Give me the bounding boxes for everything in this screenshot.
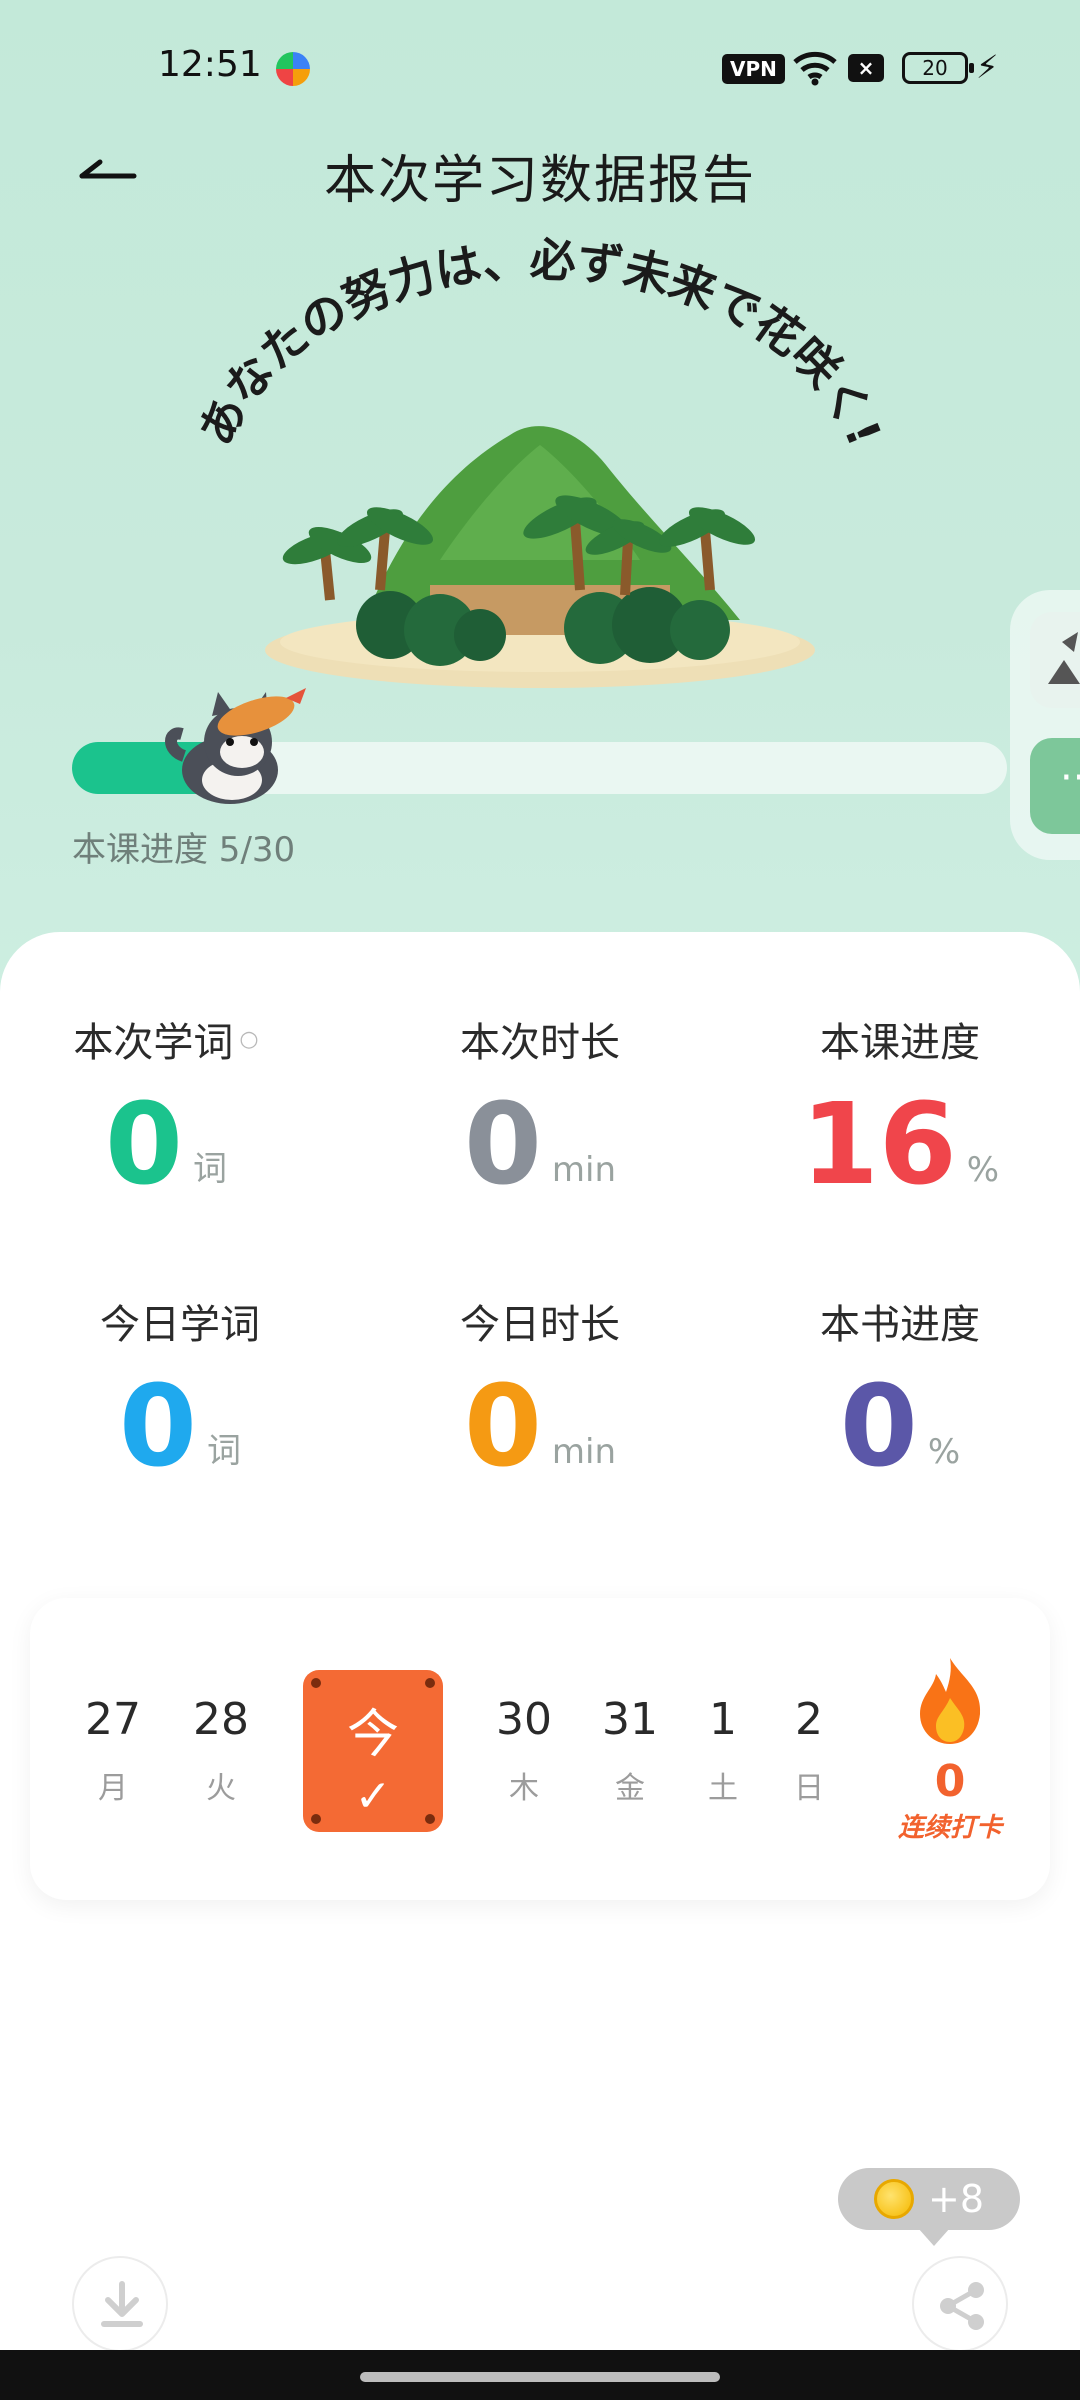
stat-label: 本书进度 <box>820 1302 980 1348</box>
calendar-today[interactable]: 今 ✓ <box>303 1670 443 1832</box>
vpn-icon: VPN <box>722 54 785 84</box>
stat-session-words: 本次学词 ○ 0 词 <box>16 1010 316 1210</box>
lesson-progress-label: 本课进度 5/30 <box>72 830 296 870</box>
page-title: 本次学习数据报告 <box>323 151 756 211</box>
no-sim-icon: × <box>848 54 884 82</box>
stat-value: 16 <box>800 1080 957 1210</box>
calendar-day[interactable]: 30 木 <box>484 1694 564 1807</box>
stat-unit: 词 <box>192 1149 227 1189</box>
flame-icon <box>920 1658 981 1744</box>
search-icon[interactable]: ○ <box>239 1027 258 1052</box>
charging-icon: ⚡ <box>976 48 999 86</box>
island-illustration: あなたの努力は、必ず未来で花咲く! <box>188 233 892 688</box>
shiba-dog-mascot <box>165 688 306 804</box>
calendar-day[interactable]: 31 金 <box>590 1694 670 1807</box>
wifi-icon <box>793 51 837 86</box>
today-label: 今 <box>346 1705 399 1765</box>
stat-value: 0 <box>119 1362 197 1492</box>
stat-label: 本课进度 <box>820 1020 980 1066</box>
stat-lesson-progress: 本课进度 16 % <box>750 1010 1050 1210</box>
side-tool-button[interactable] <box>1030 612 1080 708</box>
streak-count: 0 <box>934 1756 966 1807</box>
home-indicator[interactable] <box>360 2372 720 2382</box>
calendar-day[interactable]: 1 土 <box>683 1694 763 1807</box>
calendar-day[interactable]: 2 日 <box>769 1694 849 1807</box>
battery-icon: 20 <box>902 52 974 84</box>
download-icon <box>101 2281 143 2327</box>
stat-value: 0 <box>463 1080 542 1210</box>
coin-reward-badge: +8 <box>838 2168 1020 2246</box>
calendar-day[interactable]: 28 火 <box>181 1694 261 1807</box>
stat-unit: min <box>551 1432 617 1472</box>
stat-unit: 词 <box>206 1431 241 1471</box>
share-button[interactable] <box>912 2256 1008 2352</box>
status-bar: 12:51 VPN × 20 ⚡ <box>0 0 1080 130</box>
stat-today-words: 今日学词 0 词 <box>30 1292 330 1492</box>
coin-reward-value: +8 <box>927 2177 985 2221</box>
slogan-text: あなたの努力は、必ず未来で花咲く! <box>188 233 891 454</box>
calendar-day[interactable]: 27 月 <box>73 1694 153 1807</box>
streak-label: 连续打卡 <box>897 1813 1002 1843</box>
side-more-button[interactable]: ·· <box>1030 738 1080 834</box>
stat-unit: % <box>927 1432 961 1472</box>
stat-label: 本次时长 <box>460 1020 620 1066</box>
stat-unit: % <box>966 1150 1000 1190</box>
stat-label: 本次学词 <box>73 1020 234 1066</box>
stat-book-progress: 本书进度 0 % <box>750 1292 1050 1492</box>
stat-label: 今日学词 <box>100 1302 260 1348</box>
app-notification-icon <box>276 52 310 86</box>
stat-value: 0 <box>105 1080 183 1210</box>
download-button[interactable] <box>72 2256 168 2352</box>
checkmark-icon: ✓ <box>354 1771 392 1822</box>
stat-unit: min <box>551 1150 617 1190</box>
streak-badge[interactable]: 0 连续打卡 <box>880 1654 1020 1844</box>
stat-value: 0 <box>839 1362 918 1492</box>
stat-today-duration: 今日时长 0 min <box>390 1292 690 1492</box>
coin-icon <box>873 2179 914 2219</box>
status-time: 12:51 <box>158 44 262 85</box>
share-icon <box>940 2282 984 2330</box>
stat-value: 0 <box>463 1362 542 1492</box>
stat-session-duration: 本次时长 0 min <box>390 1010 690 1210</box>
stat-label: 今日时长 <box>460 1302 620 1348</box>
